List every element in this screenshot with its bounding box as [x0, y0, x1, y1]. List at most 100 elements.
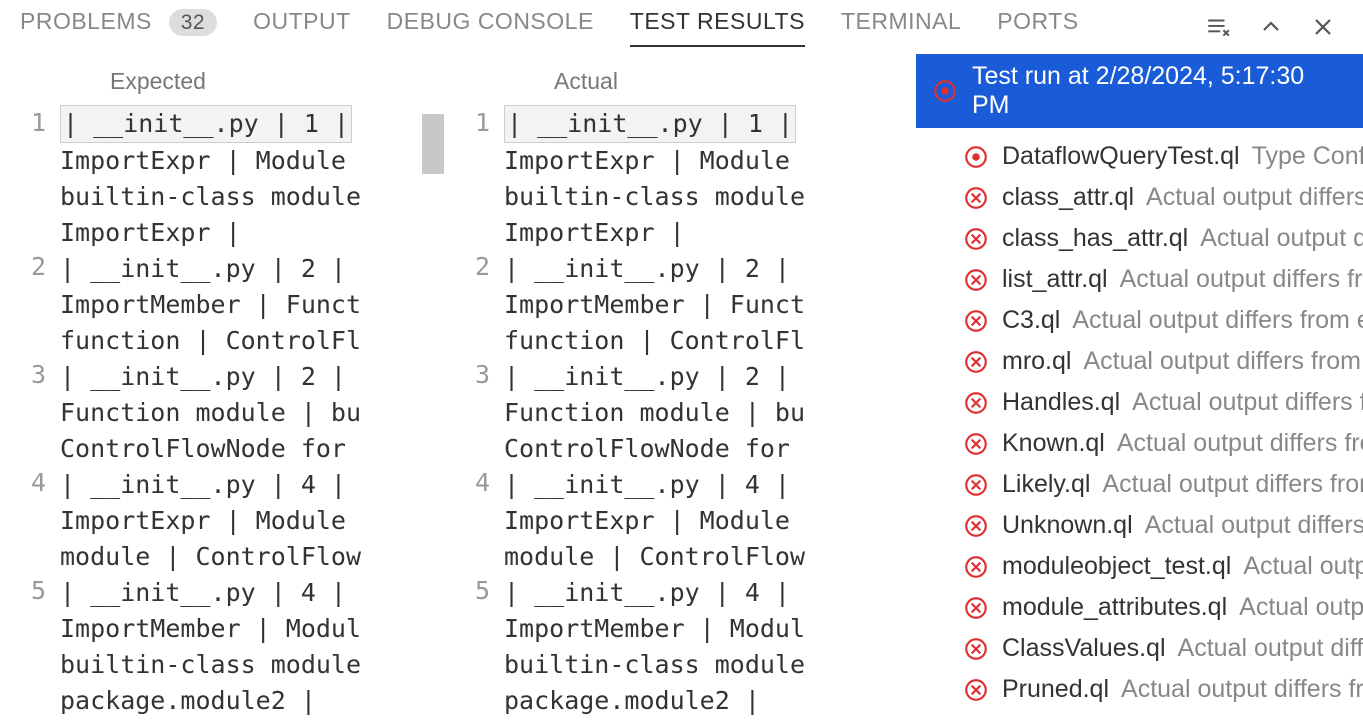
code-line: Function module | bu — [504, 395, 888, 431]
code-line: builtin-class module — [60, 647, 444, 683]
test-item[interactable]: C3.qlActual output differs from e — [962, 300, 1363, 341]
test-item[interactable]: Pruned.qlActual output differs fro — [962, 669, 1363, 710]
test-item[interactable]: list_attr.qlActual output differs fro — [962, 259, 1363, 300]
test-item[interactable]: Likely.qlActual output differs fron — [962, 464, 1363, 505]
fail-icon — [962, 594, 990, 622]
test-name: Unknown.ql — [1002, 511, 1133, 540]
test-run-header[interactable]: Test run at 2/28/2024, 5:17:30 PM — [916, 54, 1363, 128]
test-item[interactable]: Unknown.qlActual output differs — [962, 505, 1363, 546]
line-number — [0, 285, 46, 321]
code-line: | __init__.py | 1 | — [504, 105, 888, 143]
expected-code[interactable]: | __init__.py | 1 |ImportExpr | Modulebu… — [60, 105, 444, 726]
panel-tabs: PROBLEMS 32 OUTPUT DEBUG CONSOLE TEST RE… — [0, 0, 1363, 54]
line-number — [444, 537, 490, 573]
test-message: Actual output dif — [1200, 224, 1363, 253]
line-number — [0, 393, 46, 429]
code-line: ImportMember | Funct — [60, 287, 444, 323]
fail-icon — [962, 307, 990, 335]
tab-output[interactable]: OUTPUT — [253, 8, 351, 45]
tab-ports[interactable]: PORTS — [997, 8, 1078, 45]
test-item[interactable]: ClassValues.qlActual output diffe — [962, 628, 1363, 669]
panel-actions — [1205, 14, 1343, 40]
code-line: builtin-class module — [504, 179, 888, 215]
line-number: 5 — [0, 573, 46, 609]
expected-pane: Expected 12345 | __init__.py | 1 |Import… — [0, 54, 444, 726]
code-line: | __init__.py | 2 | — [60, 251, 444, 287]
line-number — [444, 285, 490, 321]
code-line: | __init__.py | 4 | — [504, 467, 888, 503]
test-item[interactable]: mro.qlActual output differs from — [962, 341, 1363, 382]
test-item[interactable]: moduleobject_test.ql Actual outpu — [962, 546, 1363, 587]
line-number — [444, 681, 490, 717]
line-number — [444, 141, 490, 177]
tab-test-results[interactable]: TEST RESULTS — [630, 8, 805, 45]
test-item[interactable]: Known.qlActual output differs fro — [962, 423, 1363, 464]
test-name: moduleobject_test.ql — [1002, 552, 1231, 581]
fail-icon — [962, 184, 990, 212]
line-number: 5 — [444, 573, 490, 609]
line-number — [444, 321, 490, 357]
code-line: | __init__.py | 2 | — [504, 251, 888, 287]
chevron-up-icon[interactable] — [1259, 15, 1283, 39]
line-number — [444, 609, 490, 645]
panel-content: Expected 12345 | __init__.py | 1 |Import… — [0, 54, 1363, 726]
actual-header: Actual — [444, 54, 888, 105]
code-line: ImportMember | Funct — [504, 287, 888, 323]
test-name: module_attributes.ql — [1002, 593, 1227, 622]
test-message: Actual output differs — [1146, 183, 1363, 212]
code-line: Function module | bu — [60, 395, 444, 431]
test-name: Handles.ql — [1002, 388, 1120, 417]
line-number: 1 — [444, 105, 490, 141]
line-number: 2 — [0, 249, 46, 285]
line-number: 1 — [0, 105, 46, 141]
test-name: DataflowQueryTest.ql — [1002, 142, 1240, 171]
test-message: Actual output differs fron — [1102, 470, 1363, 499]
code-line: | __init__.py | 1 | — [60, 105, 444, 143]
line-number — [444, 429, 490, 465]
test-message: Actual output differs from — [1083, 347, 1360, 376]
line-number — [0, 141, 46, 177]
scrollbar-thumb[interactable] — [422, 114, 444, 174]
test-item[interactable]: class_has_attr.ql Actual output dif — [962, 218, 1363, 259]
line-number — [0, 501, 46, 537]
actual-code[interactable]: | __init__.py | 1 |ImportExpr | Modulebu… — [504, 105, 888, 726]
line-number — [444, 645, 490, 681]
line-number: 4 — [0, 465, 46, 501]
line-number: 3 — [444, 357, 490, 393]
tab-problems-label: PROBLEMS — [20, 8, 152, 34]
test-name: list_attr.ql — [1002, 265, 1108, 294]
code-line: ImportExpr | — [60, 215, 444, 251]
test-run-title: Test run at 2/28/2024, 5:17:30 PM — [972, 62, 1347, 120]
code-line: | __init__.py | 2 | — [504, 359, 888, 395]
tab-debug-console[interactable]: DEBUG CONSOLE — [387, 8, 594, 45]
fail-icon — [962, 348, 990, 376]
code-line: ImportMember | Modul — [60, 611, 444, 647]
line-number — [444, 393, 490, 429]
line-number — [0, 609, 46, 645]
tab-terminal[interactable]: TERMINAL — [841, 8, 961, 45]
test-name: C3.ql — [1002, 306, 1060, 335]
test-item[interactable]: Handles.qlActual output differs fr — [962, 382, 1363, 423]
fail-icon — [962, 553, 990, 581]
tab-problems[interactable]: PROBLEMS 32 — [20, 8, 217, 45]
code-line: function | ControlFl — [60, 323, 444, 359]
code-line: ImportExpr | Module — [504, 143, 888, 179]
code-line: | __init__.py | 4 | — [60, 467, 444, 503]
clear-all-icon[interactable] — [1205, 14, 1231, 40]
code-line: function | ControlFl — [504, 323, 888, 359]
test-message: Actual output diffe — [1178, 634, 1363, 663]
code-line: ControlFlowNode for — [60, 431, 444, 467]
actual-gutter: 12345 — [444, 105, 504, 726]
test-item[interactable]: module_attributes.ql Actual outpu — [962, 587, 1363, 628]
line-number — [0, 645, 46, 681]
test-message: Actual outpu — [1243, 552, 1363, 581]
code-line: package.module2 | — [60, 683, 444, 719]
test-name: class_has_attr.ql — [1002, 224, 1188, 253]
test-item[interactable]: DataflowQueryTest.qlType Config — [962, 136, 1363, 177]
test-item[interactable]: class_attr.qlActual output differs — [962, 177, 1363, 218]
code-line: | __init__.py | 4 | — [504, 575, 888, 611]
test-message: Actual outpu — [1239, 593, 1363, 622]
line-number — [0, 537, 46, 573]
code-line: ImportExpr | — [504, 215, 888, 251]
close-icon[interactable] — [1311, 15, 1335, 39]
